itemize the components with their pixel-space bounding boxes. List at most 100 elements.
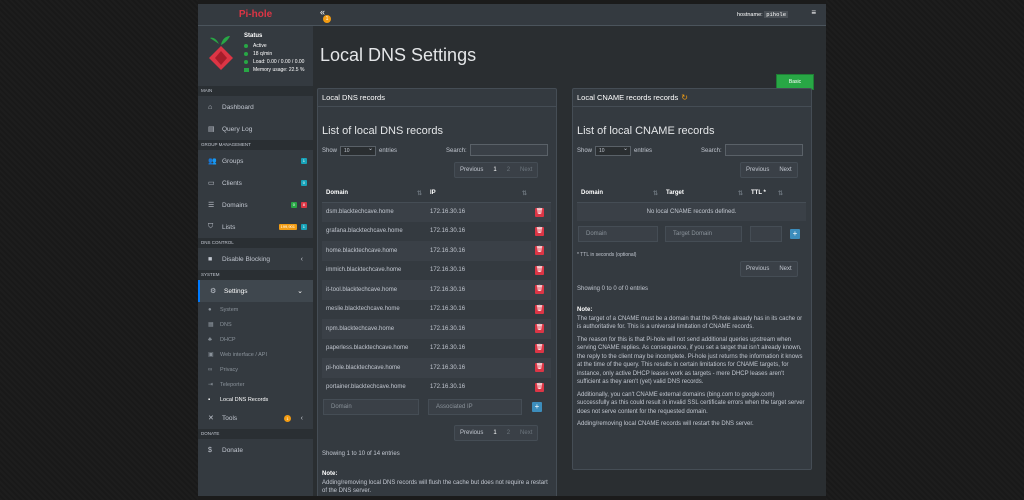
status-dot-icon (244, 44, 248, 48)
column-domain[interactable]: Domain ⇅ (322, 186, 426, 203)
list-title: List of local CNAME records (577, 125, 715, 137)
cname-ttl-input[interactable] (750, 226, 782, 242)
pager-previous[interactable]: Previous (455, 167, 488, 173)
pager-next[interactable]: Next (515, 167, 537, 173)
notification-badge[interactable]: 1 (323, 15, 331, 23)
delete-trash-icon[interactable]: 🗑 (535, 324, 544, 334)
delete-trash-icon[interactable]: 🗑 (535, 226, 544, 236)
sidebar-item-groups[interactable]: 👥 Groups 1 (198, 150, 313, 172)
table-row: it-tool.blacktechcave.home 172.16.30.16 🗑 (322, 280, 551, 300)
new-domain-input[interactable]: Domain (323, 399, 419, 415)
search-input[interactable] (725, 144, 803, 156)
delete-trash-icon[interactable]: 🗑 (535, 304, 544, 314)
background-left (0, 0, 198, 500)
cname-domain-input[interactable]: Domain (578, 226, 658, 242)
pager-previous[interactable]: Previous (741, 266, 774, 272)
sidebar-item-donate[interactable]: $ Donate (198, 439, 313, 461)
cell-ip: 172.16.30.16 (426, 319, 531, 339)
lists-domains-badge: 199,901 (278, 224, 297, 230)
entries-length-control: Show 10 entries (577, 145, 652, 156)
add-cname-record-button[interactable]: + (790, 229, 800, 239)
sidebar-item-disable-blocking[interactable]: ■ Disable Blocking ‹ (198, 248, 313, 270)
sidebar-item-clients[interactable]: ▭ Clients 0 (198, 172, 313, 194)
delete-trash-icon[interactable]: 🗑 (535, 285, 544, 295)
delete-trash-icon[interactable]: 🗑 (535, 246, 544, 256)
cell-actions: 🗑 (531, 319, 551, 339)
cell-actions: 🗑 (531, 339, 551, 359)
delete-trash-icon[interactable]: 🗑 (535, 207, 544, 217)
ttl-note: * TTL in seconds (optional) (577, 252, 637, 258)
entries-select[interactable]: 10 (595, 145, 632, 156)
sidebar-subitem-privacy[interactable]: ∞ Privacy (198, 362, 313, 377)
sidebar-subitem-dns[interactable]: ▦ DNS (198, 317, 313, 332)
table-row: grafana.blacktechcave.home 172.16.30.16 🗑 (322, 222, 551, 242)
sidebar-subitem-system[interactable]: ● System (198, 302, 313, 317)
section-donate: DONATE (198, 429, 313, 439)
menu-bars-icon[interactable]: ≡ (811, 8, 816, 17)
column-actions (787, 186, 806, 203)
clients-count-badge: 0 (300, 180, 307, 186)
gears-icon: ⚙ (210, 288, 217, 295)
table-row: pi-hole.blacktechcave.home 172.16.30.16 🗑 (322, 358, 551, 378)
cell-domain: dsm.blacktechcave.home (322, 202, 426, 222)
sidebar-item-dashboard[interactable]: ⌂ Dashboard (198, 96, 313, 118)
chevron-left-icon: ‹ (300, 255, 303, 263)
column-ttl[interactable]: TTL * ⇅ (747, 186, 787, 203)
cell-ip: 172.16.30.16 (430, 306, 466, 313)
pager-next[interactable]: Next (515, 430, 537, 436)
pager-page-1[interactable]: 1 (488, 430, 501, 436)
pager-page-2[interactable]: 2 (502, 167, 515, 173)
refresh-icon[interactable]: ↻ (681, 89, 688, 107)
delete-trash-icon[interactable]: 🗑 (535, 265, 544, 275)
pager-page-1[interactable]: 1 (488, 167, 501, 173)
delete-trash-icon[interactable]: 🗑 (535, 343, 544, 353)
sidebar-item-tools[interactable]: ✕ Tools 1 ‹ (198, 407, 313, 429)
search-input[interactable] (470, 144, 548, 156)
column-ip[interactable]: IP ⇅ (426, 186, 531, 203)
pager-page-2[interactable]: 2 (502, 430, 515, 436)
cname-target-input[interactable]: Target Domain (665, 226, 742, 242)
sort-icon: ⇅ (737, 191, 743, 198)
pager-next[interactable]: Next (774, 167, 796, 173)
pager-next[interactable]: Next (774, 266, 796, 272)
entries-select[interactable]: 10 (340, 145, 377, 156)
address-book-icon: ▪ (208, 396, 211, 403)
chevron-left-icon: ‹ (300, 414, 303, 422)
domains-deny-badge: 8 (300, 202, 307, 208)
memory-bar-icon (244, 68, 249, 72)
sidebar-item-domains[interactable]: ☰ Domains 0 8 (198, 194, 313, 216)
sidebar-subitem-dhcp[interactable]: ♣ DHCP (198, 332, 313, 347)
sort-icon: ⇅ (521, 191, 527, 198)
new-ip-input[interactable]: Associated IP (428, 399, 522, 415)
column-target[interactable]: Target ⇅ (662, 186, 747, 203)
table-row: portainer.blacktechcave.home 172.16.30.16… (322, 378, 551, 398)
pager-previous[interactable]: Previous (741, 167, 774, 173)
cell-actions: 🗑 (531, 261, 551, 281)
pihole-logo-icon (209, 36, 233, 70)
sidebar-item-settings[interactable]: ⚙ Settings ⌄ (198, 280, 313, 302)
sidebar-subitem-local-dns[interactable]: ▪ Local DNS Records (198, 392, 313, 407)
cell-ip: 172.16.30.16 (426, 241, 531, 261)
sidebar-subitem-teleporter[interactable]: ⇥ Teleporter (198, 377, 313, 392)
table-row: meslie.blacktechcave.home 172.16.30.16 🗑 (322, 300, 551, 320)
table-row: immich.blacktechcave.home 172.16.30.16 🗑 (322, 261, 551, 281)
column-domain[interactable]: Domain ⇅ (577, 186, 662, 203)
add-dns-record-button[interactable]: + (532, 402, 542, 412)
delete-trash-icon[interactable]: 🗑 (535, 382, 544, 392)
home-icon: ⌂ (208, 103, 213, 111)
sidebar-item-lists[interactable]: ⛉ Lists 199,901 1 (198, 216, 313, 238)
info-icon: ● (208, 306, 212, 313)
sort-icon: ⇅ (777, 191, 783, 198)
domains-allow-badge: 0 (290, 202, 297, 208)
cell-domain: it-tool.blacktechcave.home (322, 280, 426, 300)
laptop-icon: ▭ (208, 180, 215, 187)
pagination-bottom: Previous Next (740, 261, 798, 277)
delete-trash-icon[interactable]: 🗑 (535, 363, 544, 373)
groups-count-badge: 1 (300, 158, 307, 164)
sidebar-item-query-log[interactable]: ▤ Query Log (198, 118, 313, 140)
brand-logo-text[interactable]: Pi-hole (198, 4, 313, 26)
cell-actions: 🗑 (531, 241, 551, 261)
pager-previous[interactable]: Previous (455, 430, 488, 436)
table-row: home.blacktechcave.home 172.16.30.16 🗑 (322, 241, 551, 261)
sidebar-subitem-web-interface[interactable]: ▣ Web interface / API (198, 347, 313, 362)
